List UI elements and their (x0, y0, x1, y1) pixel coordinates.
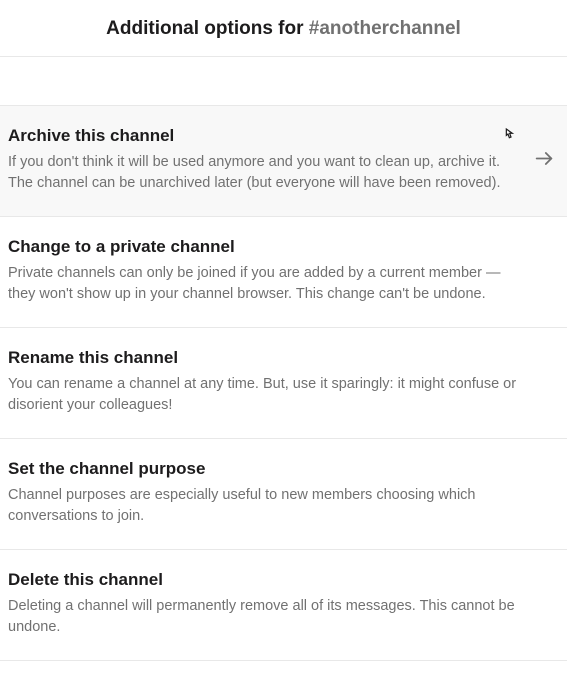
option-title: Archive this channel (8, 126, 517, 146)
option-rename-channel[interactable]: Rename this channel You can rename a cha… (0, 328, 567, 439)
pointer-cursor-icon (501, 126, 517, 149)
option-title: Change to a private channel (8, 237, 517, 257)
option-title: Set the channel purpose (8, 459, 517, 479)
arrow-right-icon (533, 148, 555, 175)
option-description: If you don't think it will be used anymo… (8, 152, 517, 194)
dialog-title: Additional options for #anotherchannel (106, 18, 461, 39)
option-description: You can rename a channel at any time. Bu… (8, 374, 517, 416)
dialog-title-channel: #anotherchannel (309, 18, 461, 39)
option-change-private[interactable]: Change to a private channel Private chan… (0, 217, 567, 328)
spacer (0, 57, 567, 105)
option-title: Delete this channel (8, 570, 517, 590)
option-description: Channel purposes are especially useful t… (8, 485, 517, 527)
option-description: Private channels can only be joined if y… (8, 263, 517, 305)
dialog-title-prefix: Additional options for (106, 18, 309, 39)
option-description: Deleting a channel will permanently remo… (8, 596, 517, 638)
option-delete-channel[interactable]: Delete this channel Deleting a channel w… (0, 550, 567, 661)
option-title: Rename this channel (8, 348, 517, 368)
option-archive-channel[interactable]: Archive this channel If you don't think … (0, 106, 567, 217)
dialog-header: Additional options for #anotherchannel (0, 0, 567, 57)
option-set-purpose[interactable]: Set the channel purpose Channel purposes… (0, 439, 567, 550)
options-list: Archive this channel If you don't think … (0, 105, 567, 661)
